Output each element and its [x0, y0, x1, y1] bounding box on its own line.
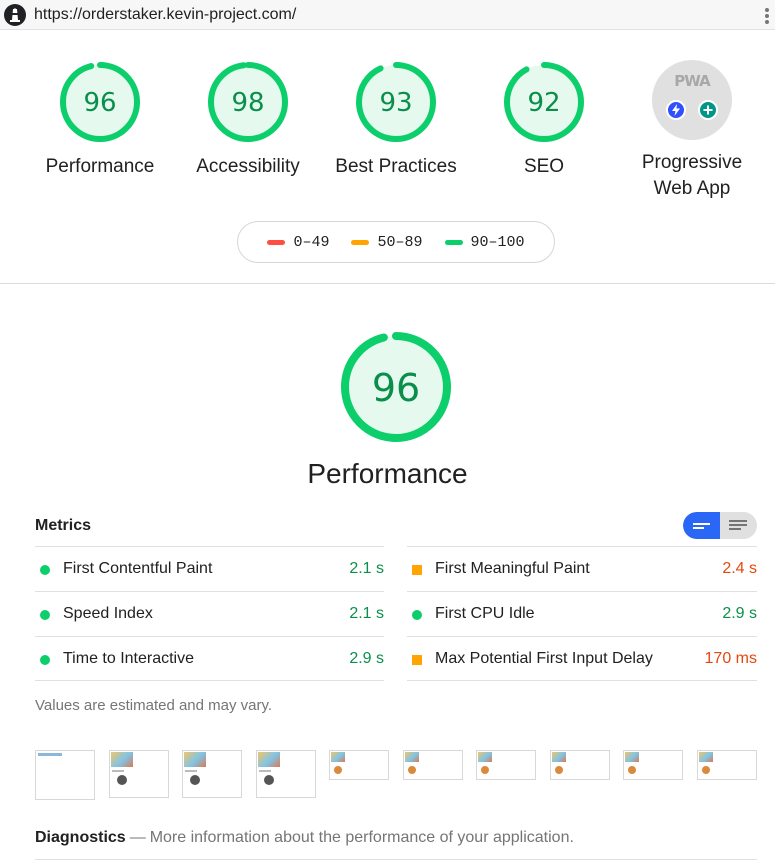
- category-label: Accessibility: [196, 156, 300, 177]
- score-gauge: 93: [356, 62, 436, 142]
- metric-value: 2.9 s: [349, 650, 384, 667]
- legend-pass: 90–100: [444, 234, 525, 251]
- diagnostics-divider: [35, 859, 757, 860]
- pass-dot-icon: [40, 655, 50, 665]
- metric-first-meaningful-paint: First Meaningful Paint 2.4 s: [407, 546, 757, 591]
- category-accessibility[interactable]: 98 Accessibility: [173, 60, 323, 180]
- filmstrip-frame: [476, 750, 536, 780]
- score-gauge: 92: [504, 62, 584, 142]
- performance-title: Performance: [307, 458, 468, 489]
- average-square-icon: [412, 565, 422, 575]
- page-url[interactable]: https://orderstaker.kevin-project.com/: [34, 6, 296, 24]
- filmstrip-frame: [623, 750, 683, 780]
- metrics-title: Metrics: [35, 517, 92, 534]
- category-pwa[interactable]: PWA Progressive Web App: [617, 60, 767, 202]
- filmstrip-frame: [403, 750, 463, 780]
- score-value: 96: [83, 88, 116, 118]
- fast-reliable-icon: [666, 100, 686, 120]
- score-gauge: 96: [60, 62, 140, 142]
- category-label: Best Practices: [335, 156, 457, 177]
- metric-name: Speed Index: [63, 605, 153, 622]
- metric-speed-index: Speed Index 2.1 s: [35, 591, 384, 636]
- pwa-badge-text: PWA: [674, 72, 710, 90]
- pass-dot-icon: [40, 610, 50, 620]
- filmstrip-frame: [550, 750, 610, 780]
- score-gauge: 98: [208, 62, 288, 142]
- kebab-menu-icon[interactable]: [765, 8, 771, 24]
- performance-score: 96: [372, 366, 420, 410]
- metric-value: 2.4 s: [722, 560, 757, 577]
- metric-value: 2.1 s: [349, 560, 384, 577]
- category-label: Performance: [45, 156, 155, 177]
- metric-name: Max Potential First Input Delay: [435, 650, 653, 667]
- category-seo[interactable]: 92 SEO: [469, 60, 619, 180]
- pass-dot-icon: [412, 610, 422, 620]
- metric-value: 2.1 s: [349, 605, 384, 622]
- score-value: 92: [527, 88, 560, 118]
- lighthouse-icon[interactable]: [4, 4, 26, 26]
- diagnostics-header[interactable]: Diagnostics — More information about the p…: [35, 829, 574, 847]
- filmstrip-frame: [329, 750, 389, 780]
- filmstrip-frame: [256, 750, 316, 798]
- category-label: SEO: [523, 156, 565, 177]
- filmstrip: [35, 750, 757, 800]
- metric-name: First Meaningful Paint: [435, 560, 590, 577]
- metrics-disclaimer: Values are estimated and may vary.: [35, 697, 273, 714]
- filmstrip-frame: [35, 750, 95, 800]
- legend-average: 50–89: [351, 234, 423, 251]
- metric-first-cpu-idle: First CPU Idle 2.9 s: [407, 591, 757, 636]
- diagnostics-separator: —: [129, 829, 146, 846]
- pass-dot-icon: [40, 565, 50, 575]
- legend-fail: 0–49: [267, 234, 329, 251]
- filmstrip-frame: [109, 750, 169, 798]
- category-performance[interactable]: 96 Performance: [25, 60, 175, 180]
- filmstrip-frame: [697, 750, 757, 780]
- metrics-view-toggle[interactable]: [683, 512, 757, 539]
- metric-name: Time to Interactive: [63, 650, 195, 667]
- average-square-icon: [412, 655, 422, 665]
- metric-name: First CPU Idle: [435, 605, 535, 622]
- metric-time-to-interactive: Time to Interactive 2.9 s: [35, 636, 384, 681]
- pwa-label: Progressive Web App: [641, 152, 743, 199]
- url-bar: https://orderstaker.kevin-project.com/: [0, 0, 775, 30]
- metric-value: 170 ms: [704, 650, 757, 667]
- section-divider: [0, 283, 775, 284]
- fail-swatch: [267, 239, 286, 245]
- diagnostics-title: Diagnostics: [35, 829, 126, 846]
- metric-max-potential-fid: Max Potential First Input Delay 170 ms: [407, 636, 757, 681]
- filmstrip-frame: [182, 750, 242, 798]
- score-value: 98: [231, 88, 264, 118]
- compact-view-icon[interactable]: [683, 512, 720, 539]
- metric-name: First Contentful Paint: [63, 560, 213, 577]
- category-best-practices[interactable]: 93 Best Practices: [321, 60, 471, 180]
- score-legend: 0–49 50–89 90–100: [237, 221, 555, 263]
- installable-icon: [698, 100, 718, 120]
- score-value: 93: [379, 88, 412, 118]
- metric-first-contentful-paint: First Contentful Paint 2.1 s: [35, 546, 384, 591]
- metric-value: 2.9 s: [722, 605, 757, 622]
- pwa-badge: PWA: [652, 60, 732, 140]
- average-swatch: [351, 239, 370, 245]
- pass-swatch: [444, 239, 463, 245]
- performance-gauge: 96: [341, 332, 451, 442]
- diagnostics-description: More information about the performance o…: [149, 829, 574, 846]
